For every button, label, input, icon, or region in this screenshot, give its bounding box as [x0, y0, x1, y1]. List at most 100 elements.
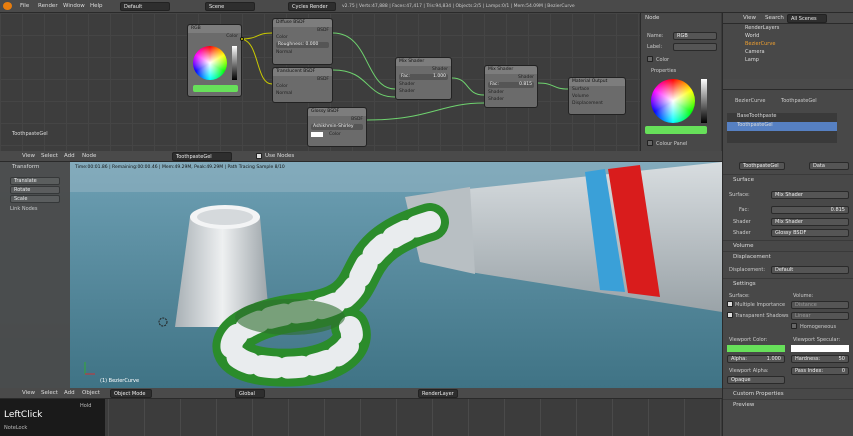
- distribution-select[interactable]: Ashikhmin-Shirley: [311, 124, 363, 130]
- viewport-specular-swatch[interactable]: [791, 345, 849, 352]
- 3d-viewport[interactable]: Time:00:01.86 | Remaining:00:00.46 | Mem…: [0, 162, 722, 388]
- pass-index-field[interactable]: Pass Index: 0: [791, 367, 849, 375]
- outliner-scene-filter[interactable]: All Scenes: [787, 14, 827, 23]
- mix-shader-node-2[interactable]: Mix Shader Shader Fac: 0.815 Shader Shad…: [484, 65, 538, 108]
- socket-icon[interactable]: [240, 37, 244, 41]
- menu-render[interactable]: Render: [38, 3, 58, 9]
- node-editor[interactable]: RGB Color Diffuse BSDF BSDF Color Roughn…: [0, 13, 640, 151]
- diffuse-output: BSDF: [317, 28, 329, 33]
- translucent-normal-input: Normal: [276, 91, 293, 96]
- hardness-field[interactable]: Hardness: 50: [791, 355, 849, 363]
- material-output-node[interactable]: Material Output Surface Volume Displacem…: [568, 77, 626, 115]
- custom-properties-section[interactable]: Custom Properties: [723, 388, 853, 399]
- viewport-menu-select[interactable]: Select: [41, 390, 58, 396]
- translate-button[interactable]: Translate: [10, 177, 60, 185]
- mix1-node-title: Mix Shader: [396, 58, 451, 66]
- mix1-output: Shader: [432, 67, 448, 72]
- node-section-title[interactable]: Node: [641, 13, 721, 23]
- menu-window[interactable]: Window: [63, 3, 85, 9]
- blender-logo-icon[interactable]: [3, 2, 12, 10]
- list-item[interactable]: BaseToothpaste: [727, 113, 837, 122]
- list-item[interactable]: Lamp: [723, 57, 853, 65]
- displacement-label: Displacement:: [729, 267, 766, 273]
- transform-section[interactable]: Transform: [0, 162, 70, 172]
- colour-panel-checkbox[interactable]: [647, 140, 653, 146]
- viewport-alpha-select[interactable]: Opaque: [727, 376, 785, 384]
- mix-shader-node-1[interactable]: Mix Shader Shader Fac: 1.000 Shader Shad…: [395, 57, 452, 100]
- volume-interp-select[interactable]: Linear: [791, 312, 849, 320]
- pass-index-label: Pass Index:: [795, 368, 824, 374]
- data-select[interactable]: Data: [809, 162, 849, 170]
- scene-select[interactable]: Scene: [205, 2, 255, 11]
- value-slider[interactable]: [232, 46, 237, 80]
- list-item[interactable]: BezierCurve: [723, 41, 853, 49]
- color-checkbox[interactable]: [647, 56, 653, 62]
- settings-section[interactable]: Settings: [723, 278, 853, 289]
- preview-section[interactable]: Preview: [723, 399, 853, 410]
- properties-label[interactable]: Properties: [651, 68, 676, 74]
- node-menu-view[interactable]: View: [22, 153, 35, 159]
- transparent-shadows-checkbox[interactable]: [727, 312, 733, 318]
- rgb-node[interactable]: RGB Color: [187, 24, 244, 97]
- viewport-menu-add[interactable]: Add: [64, 390, 75, 396]
- timeline[interactable]: [0, 399, 722, 436]
- scale-button[interactable]: Scale: [10, 195, 60, 203]
- mix2-fac-field[interactable]: Fac: 0.815: [488, 82, 534, 88]
- rotate-button[interactable]: Rotate: [10, 186, 60, 194]
- glossy-bsdf-node[interactable]: Glossy BSDF BSDF Ashikhmin-Shirley Color: [307, 107, 367, 147]
- props-color-wheel[interactable]: [651, 79, 695, 123]
- viewport-color-swatch[interactable]: [727, 345, 785, 352]
- menu-help[interactable]: Help: [90, 3, 103, 9]
- props-value-slider[interactable]: [701, 79, 707, 123]
- props-color-swatch[interactable]: [645, 126, 707, 134]
- displacement-section[interactable]: Displacement: [723, 251, 853, 262]
- shader2-label: Shader: [733, 230, 751, 236]
- color-swatch[interactable]: [193, 85, 238, 92]
- outliner-search[interactable]: Search: [765, 15, 784, 21]
- orientation-select[interactable]: Global: [235, 389, 265, 398]
- link-nodes-section[interactable]: Link Nodes: [10, 206, 37, 212]
- shader2-select[interactable]: Glossy BSDF: [771, 229, 849, 237]
- alpha-slider[interactable]: Alpha: 1.000: [727, 355, 785, 363]
- viewport-menu-object[interactable]: Object: [82, 390, 100, 396]
- layout-select[interactable]: Default: [120, 2, 170, 11]
- node-menu-select[interactable]: Select: [41, 153, 58, 159]
- outliner-list: RenderLayers World BezierCurve Camera La…: [723, 25, 853, 65]
- surface-section[interactable]: Surface: [723, 174, 853, 185]
- diffuse-bsdf-node[interactable]: Diffuse BSDF BSDF Color Roughness: 0.000…: [272, 18, 333, 65]
- list-item[interactable]: ToothpasteGel: [727, 122, 837, 131]
- render-layer-select[interactable]: RenderLayer: [418, 389, 458, 398]
- render-engine-select[interactable]: Cycles Render: [288, 2, 336, 11]
- list-item[interactable]: World: [723, 33, 853, 41]
- material-name-field[interactable]: ToothpasteGel: [739, 162, 785, 170]
- settings-volume-label: Volume:: [793, 293, 814, 299]
- alpha-value: 1.000: [766, 356, 781, 362]
- glossy-color-swatch[interactable]: [311, 132, 323, 137]
- name-field[interactable]: RGB: [673, 32, 717, 40]
- list-item[interactable]: RenderLayers: [723, 25, 853, 33]
- homogeneous-checkbox[interactable]: [791, 323, 797, 329]
- node-menu-node[interactable]: Node: [82, 153, 96, 159]
- color-wheel[interactable]: [193, 46, 227, 80]
- list-item[interactable]: Camera: [723, 49, 853, 57]
- node-menu-add[interactable]: Add: [64, 153, 75, 159]
- translucent-bsdf-node[interactable]: Translucent BSDF BSDF Color Normal: [272, 67, 333, 103]
- use-nodes-checkbox[interactable]: [256, 153, 262, 159]
- volume-sampling-select[interactable]: Distance: [791, 301, 849, 309]
- outliner-view[interactable]: View: [743, 15, 756, 21]
- displacement-select[interactable]: Default: [771, 266, 849, 274]
- fac-slider[interactable]: 0.815: [771, 206, 849, 214]
- material-select[interactable]: ToothpasteGel: [172, 152, 232, 161]
- roughness-field[interactable]: Roughness: 0.000: [276, 42, 329, 48]
- multiple-importance-checkbox[interactable]: [727, 301, 733, 307]
- mode-select[interactable]: Object Mode: [110, 389, 152, 398]
- label-field[interactable]: [673, 43, 717, 51]
- viewport-menu-view[interactable]: View: [22, 390, 35, 396]
- volume-section[interactable]: Volume: [723, 240, 853, 251]
- menu-file[interactable]: File: [20, 3, 29, 9]
- surface-shader-select[interactable]: Mix Shader: [771, 191, 849, 199]
- mix1-fac-field[interactable]: Fac: 1.000: [399, 74, 448, 80]
- outliner-header: View Search All Scenes: [723, 13, 853, 24]
- node-tree-label: ToothpasteGel: [12, 131, 48, 137]
- shader1-select[interactable]: Mix Shader: [771, 218, 849, 226]
